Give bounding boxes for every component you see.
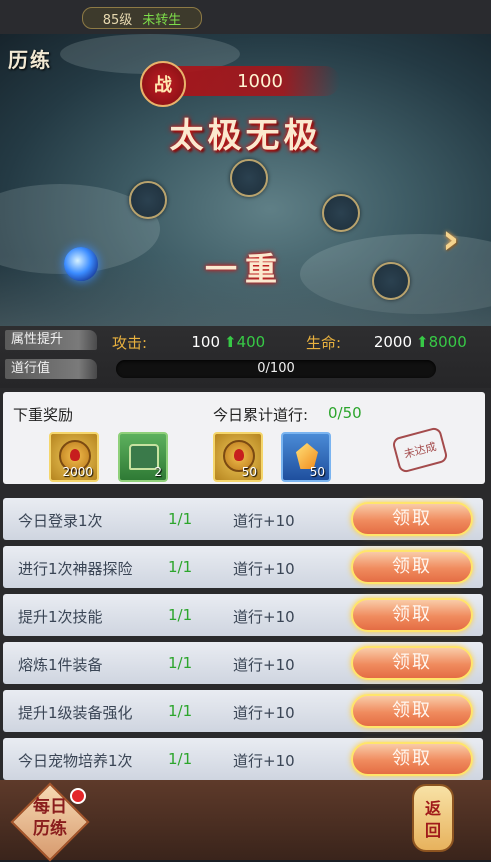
task-row: 提升1次技能 1/1 道行+10 领取 bbox=[3, 594, 483, 636]
task-row: 进行1次神器探险 1/1 道行+10 领取 bbox=[3, 546, 483, 588]
item-count: 2000 bbox=[62, 465, 93, 479]
claim-button[interactable]: 领取 bbox=[351, 502, 473, 536]
task-row: 今日宠物培养1次 1/1 道行+10 领取 bbox=[3, 738, 483, 780]
task-reward: 道行+10 bbox=[233, 704, 295, 722]
today-dao-value: 0/50 bbox=[328, 404, 362, 422]
daily-training-label[interactable]: 每日 历练 bbox=[18, 796, 82, 840]
task-row: 今日登录1次 1/1 道行+10 领取 bbox=[3, 498, 483, 540]
item-count: 2 bbox=[154, 465, 162, 479]
attribute-panel: 属性提升 攻击: 100 ⬆400 生命: 2000 ⬆8000 道行值 0/1… bbox=[0, 326, 491, 388]
next-arrow-icon[interactable]: › bbox=[442, 214, 459, 263]
task-reward: 道行+10 bbox=[233, 656, 295, 674]
task-name: 今日宠物培养1次 bbox=[18, 752, 133, 770]
reward-item-gem[interactable]: 50 bbox=[281, 432, 331, 482]
return-line-1: 返 bbox=[424, 799, 441, 818]
notification-dot-icon bbox=[70, 788, 86, 804]
item-count: 50 bbox=[241, 465, 257, 479]
claim-button[interactable]: 领取 bbox=[351, 646, 473, 680]
stage-node[interactable] bbox=[372, 262, 410, 300]
task-progress: 1/1 bbox=[168, 654, 193, 672]
task-progress: 1/1 bbox=[168, 702, 193, 720]
dao-value-tab: 道行值 bbox=[5, 359, 97, 379]
claim-button[interactable]: 领取 bbox=[351, 742, 473, 776]
attack-bonus: ⬆400 bbox=[224, 333, 266, 351]
hp-label: 生命: bbox=[306, 334, 342, 352]
dao-progress-text: 0/100 bbox=[257, 361, 295, 376]
item-count: 50 bbox=[309, 465, 325, 479]
hp-bonus-value: 8000 bbox=[428, 333, 467, 351]
task-name: 今日登录1次 bbox=[18, 512, 103, 530]
reward-item-coin[interactable]: 2000 bbox=[49, 432, 99, 482]
hp-bonus: ⬆8000 bbox=[416, 333, 467, 351]
return-line-2: 回 bbox=[424, 821, 441, 840]
today-dao-label: 今日累计道行: bbox=[213, 406, 309, 424]
task-row: 提升1级装备强化 1/1 道行+10 领取 bbox=[3, 690, 483, 732]
bottom-bar: 每日 历练 返 回 bbox=[0, 780, 491, 862]
stage-node[interactable] bbox=[230, 159, 268, 197]
next-reward-box: 下重奖励 今日累计道行: 0/50 2000 2 50 50 未达成 bbox=[3, 392, 485, 484]
battle-power-icon: 战 bbox=[140, 61, 186, 107]
training-scene: 历练 战 1000 太极无极 一重 › bbox=[0, 34, 491, 326]
main-panel: 下重奖励 今日累计道行: 0/50 2000 2 50 50 未达成 今日登录1… bbox=[0, 388, 491, 780]
task-name: 熔炼1件装备 bbox=[18, 656, 103, 674]
claim-button[interactable]: 领取 bbox=[351, 550, 473, 584]
claim-button[interactable]: 领取 bbox=[351, 598, 473, 632]
hp-value: 2000 bbox=[373, 333, 412, 351]
realm-title: 太极无极 bbox=[169, 116, 322, 156]
not-reached-stamp: 未达成 bbox=[391, 426, 449, 474]
task-progress: 1/1 bbox=[168, 558, 193, 576]
daily-line-2: 历练 bbox=[33, 819, 67, 839]
attack-label: 攻击: bbox=[112, 334, 148, 352]
next-reward-title: 下重奖励 bbox=[13, 406, 74, 424]
attack-bonus-value: 400 bbox=[236, 333, 266, 351]
level-text: 85级 bbox=[102, 12, 133, 28]
attack-value: 100 bbox=[191, 333, 220, 351]
task-row: 熔炼1件装备 1/1 道行+10 领取 bbox=[3, 642, 483, 684]
top-status-bar: 85级 未转生 bbox=[0, 0, 491, 34]
level-pill: 85级 未转生 bbox=[82, 7, 202, 29]
task-name: 提升1级装备强化 bbox=[18, 704, 133, 722]
task-reward: 道行+10 bbox=[233, 608, 295, 626]
task-progress: 1/1 bbox=[168, 510, 193, 528]
stage-node[interactable] bbox=[129, 181, 167, 219]
rebirth-status: 未转生 bbox=[142, 12, 182, 28]
return-label[interactable]: 返 回 bbox=[412, 798, 454, 842]
task-progress: 1/1 bbox=[168, 606, 193, 624]
reward-item-coin[interactable]: 50 bbox=[213, 432, 263, 482]
stage-node[interactable] bbox=[322, 194, 360, 232]
task-progress: 1/1 bbox=[168, 750, 193, 768]
stage-label: 一重 bbox=[204, 250, 285, 288]
task-name: 进行1次神器探险 bbox=[18, 560, 133, 578]
task-reward: 道行+10 bbox=[233, 560, 295, 578]
current-stage-orb[interactable] bbox=[64, 247, 98, 281]
task-name: 提升1次技能 bbox=[18, 608, 103, 626]
battle-power-value: 1000 bbox=[237, 71, 283, 92]
task-reward: 道行+10 bbox=[233, 512, 295, 530]
reward-item-chest[interactable]: 2 bbox=[118, 432, 168, 482]
claim-button[interactable]: 领取 bbox=[351, 694, 473, 728]
attr-boost-tab: 属性提升 bbox=[5, 330, 97, 350]
scene-tag: 历练 bbox=[8, 48, 52, 72]
task-reward: 道行+10 bbox=[233, 752, 295, 770]
